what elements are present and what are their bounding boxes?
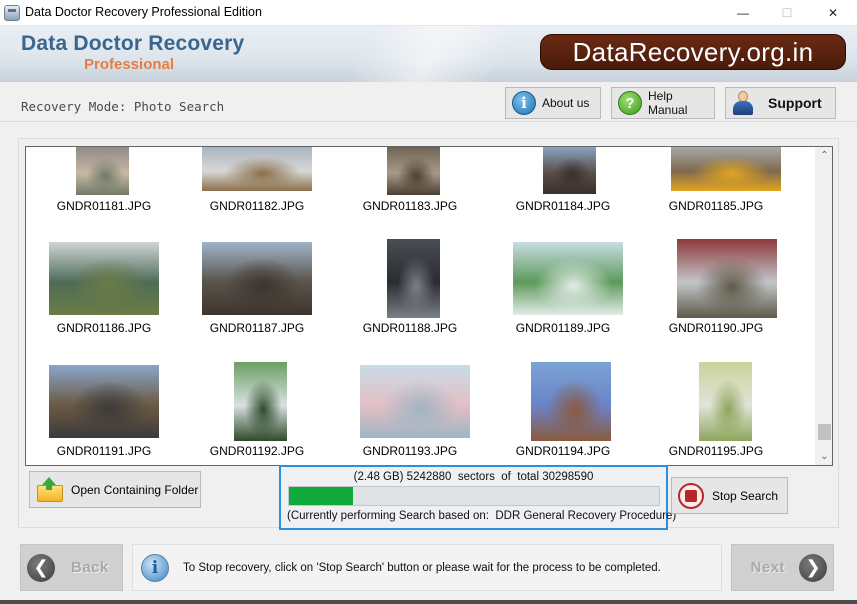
photo-thumbnail[interactable] — [677, 239, 777, 318]
app-icon — [4, 5, 20, 21]
photo-gallery[interactable]: ⌃ ⌄ GNDR01181.JPG GNDR01182.JPG GNDR01183.… — [25, 146, 833, 466]
folder-upload-icon — [37, 476, 65, 503]
open-folder-label: Open Containing Folder — [71, 482, 199, 497]
progress-panel: (2.48 GB) 5242880 sectors of total 30298… — [279, 465, 676, 530]
photo-thumbnail[interactable] — [543, 147, 596, 194]
window-bottom-edge — [0, 600, 857, 604]
photo-filename[interactable]: GNDR01195.JPG — [641, 444, 791, 458]
back-button[interactable]: ❮ Back — [20, 544, 123, 591]
photo-thumbnail[interactable] — [699, 362, 752, 441]
about-us-button[interactable]: i About us — [505, 87, 601, 119]
next-button[interactable]: Next ❯ — [731, 544, 834, 591]
support-label: Support — [768, 95, 822, 111]
scrollbar-thumb[interactable] — [818, 424, 831, 440]
stop-search-label: Stop Search — [712, 488, 779, 503]
photo-thumbnail[interactable] — [387, 147, 440, 195]
progress-bar — [288, 486, 660, 506]
photo-filename[interactable]: GNDR01181.JPG — [29, 199, 179, 213]
back-label: Back — [71, 559, 109, 576]
close-button[interactable]: ✕ — [810, 0, 856, 26]
photo-thumbnail[interactable] — [387, 239, 440, 318]
photo-filename[interactable]: GNDR01193.JPG — [335, 444, 485, 458]
photo-thumbnail[interactable] — [202, 147, 312, 191]
photo-thumbnail[interactable] — [76, 147, 129, 195]
photo-filename[interactable]: GNDR01192.JPG — [182, 444, 332, 458]
photo-thumbnail[interactable] — [202, 242, 312, 315]
info-message-bar: i To Stop recovery, click on 'Stop Searc… — [132, 544, 722, 591]
photo-thumbnail[interactable] — [49, 365, 159, 438]
photo-filename[interactable]: GNDR01190.JPG — [641, 321, 791, 335]
stop-search-button[interactable]: Stop Search — [671, 477, 788, 514]
next-label: Next — [750, 559, 785, 576]
photo-filename[interactable]: GNDR01188.JPG — [335, 321, 485, 335]
help-manual-label: Help Manual — [648, 89, 688, 117]
photo-filename[interactable]: GNDR01184.JPG — [488, 199, 638, 213]
support-person-icon — [732, 90, 754, 116]
info-icon: i — [141, 553, 169, 582]
photo-thumbnail[interactable] — [360, 365, 470, 438]
vertical-scrollbar[interactable]: ⌃ ⌄ — [815, 147, 832, 465]
search-procedure-text: (Currently performing Search based on: D… — [287, 510, 677, 522]
stop-icon — [678, 482, 704, 509]
photo-filename[interactable]: GNDR01189.JPG — [488, 321, 638, 335]
title-bar: Data Doctor Recovery Professional Editio… — [0, 0, 857, 26]
progress-bar-fill — [289, 487, 353, 505]
maximize-button[interactable]: ☐ — [764, 0, 810, 26]
brand-title: Data Doctor Recovery — [21, 32, 245, 55]
photo-filename[interactable]: GNDR01185.JPG — [641, 199, 791, 213]
info-icon: i — [512, 91, 536, 115]
photo-filename[interactable]: GNDR01194.JPG — [488, 444, 638, 458]
support-button[interactable]: Support — [725, 87, 836, 119]
sector-progress-text: (2.48 GB) 5242880 sectors of total 30298… — [353, 471, 594, 483]
scroll-up-icon[interactable]: ⌃ — [816, 147, 832, 164]
website-badge: DataRecovery.org.in — [540, 34, 846, 70]
recovery-mode-label: Recovery Mode: Photo Search — [21, 99, 225, 114]
photo-thumbnail[interactable] — [513, 242, 623, 315]
photo-filename[interactable]: GNDR01186.JPG — [29, 321, 179, 335]
photo-filename[interactable]: GNDR01191.JPG — [29, 444, 179, 458]
open-containing-folder-button[interactable]: Open Containing Folder — [29, 471, 201, 508]
photo-filename[interactable]: GNDR01183.JPG — [335, 199, 485, 213]
brand-subtitle: Professional — [84, 56, 175, 73]
help-manual-button[interactable]: ? Help Manual — [611, 87, 715, 119]
photo-thumbnail[interactable] — [531, 362, 611, 441]
photo-filename[interactable]: GNDR01182.JPG — [182, 199, 332, 213]
photo-thumbnail[interactable] — [671, 147, 781, 191]
photo-thumbnail[interactable] — [49, 242, 159, 315]
header-banner: Data Doctor Recovery Professional DataRe… — [0, 26, 857, 82]
scroll-down-icon[interactable]: ⌄ — [816, 448, 832, 465]
photo-thumbnail[interactable] — [234, 362, 287, 441]
info-message: To Stop recovery, click on 'Stop Search'… — [183, 561, 661, 574]
minimize-button[interactable]: — — [720, 0, 766, 26]
question-icon: ? — [618, 91, 642, 115]
chevron-right-icon: ❯ — [799, 553, 827, 582]
photo-filename[interactable]: GNDR01187.JPG — [182, 321, 332, 335]
chevron-left-icon: ❮ — [27, 553, 55, 582]
mode-toolbar: Recovery Mode: Photo Search i About us ?… — [0, 82, 857, 122]
window-title: Data Doctor Recovery Professional Editio… — [25, 5, 262, 19]
about-us-label: About us — [542, 96, 590, 110]
